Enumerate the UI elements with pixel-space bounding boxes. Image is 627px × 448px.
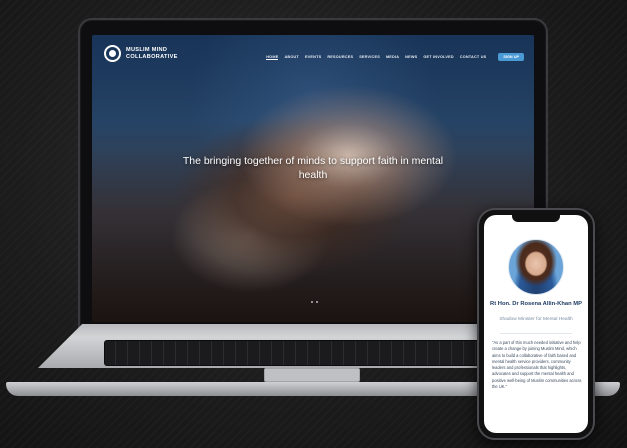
nav-resources[interactable]: RESOURCES xyxy=(327,55,353,59)
phone-notch xyxy=(512,215,560,222)
nav-get-involved[interactable]: GET INVOLVED xyxy=(423,55,453,59)
nav-events[interactable]: EVENTS xyxy=(305,55,321,59)
slider-dot[interactable] xyxy=(316,301,318,303)
profile-quote: "As a part of this much needed initiativ… xyxy=(492,340,582,390)
slider-dot[interactable] xyxy=(311,301,313,303)
phone-screen: Rt Hon. Dr Rosena Allin-Khan MP Shadow M… xyxy=(484,215,588,433)
profile-name: Rt Hon. Dr Rosena Allin-Khan MP xyxy=(490,301,582,307)
nav-services[interactable]: SERVICES xyxy=(359,55,380,59)
laptop-screen: MUSLIM MIND COLLABORATIVE HOME ABOUT EVE… xyxy=(92,35,534,322)
logo-icon xyxy=(104,45,121,62)
signup-button[interactable]: SIGN UP xyxy=(498,53,524,61)
site-logo[interactable]: MUSLIM MIND COLLABORATIVE xyxy=(104,45,178,62)
divider xyxy=(500,333,572,334)
slider-dots[interactable] xyxy=(311,301,318,303)
nav-home[interactable]: HOME xyxy=(266,55,279,60)
avatar xyxy=(508,239,564,295)
profile-role: Shadow Minister for Mental Health xyxy=(499,317,573,322)
nav-media[interactable]: MEDIA xyxy=(386,55,399,59)
logo-text: MUSLIM MIND COLLABORATIVE xyxy=(126,47,178,59)
nav-about[interactable]: ABOUT xyxy=(284,55,299,59)
nav-contact-us[interactable]: CONTACT US xyxy=(460,55,487,59)
hero-title: The bringing together of minds to suppor… xyxy=(182,155,444,181)
logo-line-2: COLLABORATIVE xyxy=(126,53,178,60)
keyboard xyxy=(104,340,524,366)
nav-news[interactable]: NEWS xyxy=(405,55,417,59)
main-nav: HOME ABOUT EVENTS RESOURCES SERVICES MED… xyxy=(266,53,524,61)
touchpad xyxy=(264,368,360,382)
